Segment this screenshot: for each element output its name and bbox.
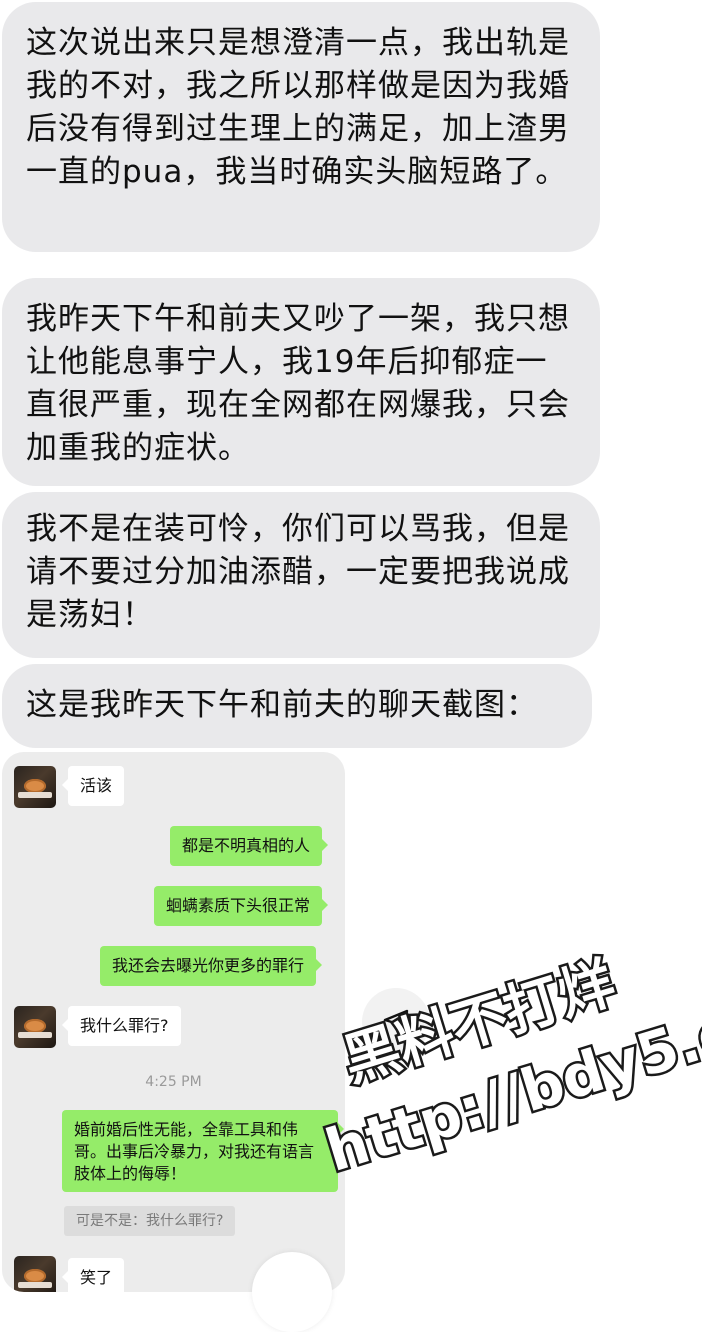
sent-message: 蛔螨素质下头很正常: [154, 886, 329, 926]
sent-message: 婚前婚后性无能，全靠工具和伟哥。出事后冷暴力，对我还有语言肢体上的侮辱！: [62, 1110, 344, 1192]
message-text: 这次说出来只是想澄清一点，我出轨是我的不对，我之所以那样做是因为我婚后没有得到过…: [26, 25, 570, 190]
message-bubble-3: 我不是在装可怜，你们可以骂我，但是请不要过分加油添醋，一定要把我说成是荡妇！: [2, 492, 600, 658]
floating-circle-button[interactable]: [252, 1252, 332, 1332]
contact-avatar: [14, 766, 56, 808]
received-message: 我什么罪行?: [62, 1006, 181, 1046]
message-text: 蛔螨素质下头很正常: [166, 896, 311, 915]
message-text: 我什么罪行?: [80, 1016, 169, 1035]
quoted-reply: 可是不是：我什么罪行?: [64, 1206, 236, 1236]
message-text: 我不是在装可怜，你们可以骂我，但是请不要过分加油添醋，一定要把我说成是荡妇！: [26, 511, 570, 633]
contact-avatar: [14, 1006, 56, 1048]
message-bubble-4: 这是我昨天下午和前夫的聊天截图：: [2, 664, 592, 748]
message-text: 我昨天下午和前夫又吵了一架，我只想让他能息事宁人，我19年后抑郁症一直很严重，现…: [26, 301, 570, 466]
embedded-chat-screenshot[interactable]: 活该 都是不明真相的人 蛔螨素质下头很正常 我还会去曝光你更多的罪行 我什么罪行…: [2, 752, 345, 1292]
message-text: 都是不明真相的人: [182, 836, 311, 855]
message-bubble-2: 我昨天下午和前夫又吵了一架，我只想让他能息事宁人，我19年后抑郁症一直很严重，现…: [2, 278, 600, 486]
received-message: 笑了: [61, 1258, 125, 1292]
message-text: 这是我昨天下午和前夫的聊天截图：: [26, 687, 538, 723]
message-text: 活该: [80, 776, 113, 795]
received-message: 活该: [61, 766, 125, 806]
contact-avatar: [14, 1256, 56, 1292]
sent-message: 都是不明真相的人: [170, 826, 329, 866]
message-bubble-1: 这次说出来只是想澄清一点，我出轨是我的不对，我之所以那样做是因为我婚后没有得到过…: [2, 2, 600, 252]
timestamp: 4:25 PM: [145, 1074, 202, 1090]
sent-message: 我还会去曝光你更多的罪行: [100, 946, 323, 986]
message-text: 婚前婚后性无能，全靠工具和伟哥。出事后冷暴力，对我还有语言肢体上的侮辱！: [74, 1120, 315, 1183]
message-text: 笑了: [80, 1268, 113, 1287]
message-text: 我还会去曝光你更多的罪行: [112, 956, 305, 975]
